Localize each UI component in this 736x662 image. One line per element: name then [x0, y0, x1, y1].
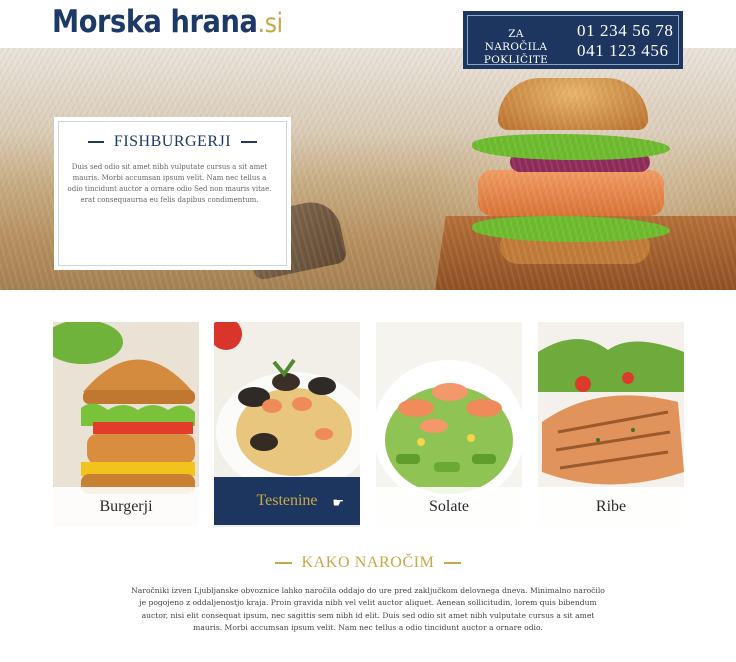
how-to-order-title-text: KAKO NAROČIM [301, 554, 435, 571]
phone-numbers: 01 234 56 78 041 123 456 [577, 21, 673, 61]
salmon-shape [478, 170, 664, 216]
category-card-solate[interactable]: Solate [376, 322, 522, 527]
hero-title-text: FISHBURGERJI [113, 133, 232, 150]
onion-shape [510, 152, 650, 172]
category-card-burgerji[interactable]: Burgerji [53, 322, 199, 527]
category-label-ribe: Ribe [538, 487, 684, 527]
phone-number-landline[interactable]: 01 234 56 78 [577, 21, 673, 41]
logo-text: Morska hrana [52, 4, 258, 40]
order-label: ZA NAROČILA POKLIČITE [477, 28, 555, 67]
order-label-line2: POKLIČITE [483, 54, 549, 66]
order-label-line1: ZA NAROČILA [484, 28, 548, 53]
bun-top-shape [498, 78, 648, 130]
site-logo[interactable]: Morska hrana.si [52, 4, 283, 40]
category-card-ribe[interactable]: Ribe [538, 322, 684, 527]
fishburger-image [470, 78, 670, 268]
category-label-burgerji: Burgerji [53, 487, 199, 527]
logo-tld: .si [257, 8, 283, 39]
lettuce-shape [472, 216, 670, 242]
wooden-board-image [434, 216, 736, 290]
hero-title: FISHBURGERJI [54, 133, 291, 151]
category-label-testenine-text: Testenine [256, 492, 318, 509]
bun-bottom-shape [500, 236, 650, 264]
title-dash-right [444, 562, 462, 565]
order-phone-box: ZA NAROČILA POKLIČITE 01 234 56 78 041 1… [463, 11, 683, 69]
category-card-testenine[interactable]: Testenine ☛ [214, 322, 360, 527]
category-label-testenine: Testenine ☛ [214, 477, 360, 525]
how-to-order-title: KAKO NAROČIM [0, 554, 736, 572]
title-dash-left [274, 562, 292, 565]
title-dash-right [241, 141, 258, 144]
category-label-solate: Solate [376, 487, 522, 527]
how-to-order-text: Naročniki izven Ljubljanske obvoznice la… [131, 586, 605, 633]
hand-cursor-icon: ☛ [332, 496, 344, 511]
hero-banner: FISHBURGERJI Duis sed odio sit amet nibh… [0, 48, 736, 290]
hero-card: FISHBURGERJI Duis sed odio sit amet nibh… [54, 117, 291, 270]
hero-description: Duis sed odio sit amet nibh vulputate cu… [67, 163, 272, 204]
lettuce-shape [472, 134, 670, 160]
title-dash-left [87, 141, 104, 144]
phone-number-mobile[interactable]: 041 123 456 [577, 41, 673, 61]
